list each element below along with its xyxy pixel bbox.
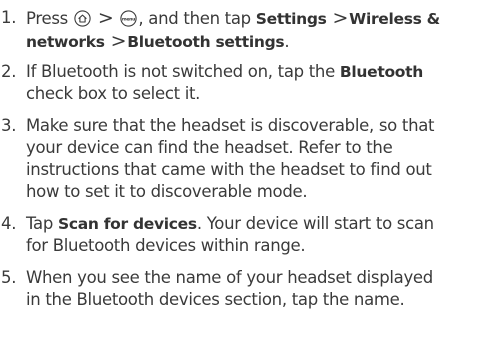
ui-term: Wireless &: [349, 10, 440, 28]
step-body: Make sure that the headset is discoverab…: [26, 115, 485, 203]
menu-key-label: menu: [122, 17, 135, 22]
step-body: Tap Scan for devices. Your device will s…: [26, 213, 485, 257]
step-line: When you see the name of your headset di…: [26, 268, 433, 287]
ui-term: networks: [26, 33, 105, 51]
step-line: instructions that came with the headset …: [26, 160, 432, 179]
step-number: 5.: [1, 268, 17, 287]
step-line: Press > menu , and then tap Settings >Wi…: [26, 7, 485, 30]
menu-key-icon: menu: [120, 10, 138, 27]
step-body: Press > menu , and then tap Settings >Wi…: [26, 7, 485, 53]
step-line: how to set it to discoverable mode.: [26, 182, 308, 201]
step-line: check box to select it.: [26, 84, 201, 103]
separator-symbol: >: [332, 7, 349, 29]
step-body: If Bluetooth is not switched on, tap the…: [26, 61, 485, 105]
step-number: 3.: [1, 116, 17, 135]
ui-term: Settings: [255, 10, 327, 28]
step-body: When you see the name of your headset di…: [26, 267, 485, 311]
ui-term: Bluetooth settings: [127, 33, 285, 51]
separator-symbol: >: [110, 30, 127, 52]
step-line: Make sure that the headset is discoverab…: [26, 116, 435, 135]
step-text: .: [284, 32, 290, 51]
step-number: 2.: [1, 62, 17, 81]
ui-term: Bluetooth: [339, 63, 424, 81]
step-text: If Bluetooth is not switched on, tap the: [26, 62, 335, 81]
step-number: 1.: [1, 8, 17, 27]
step-line: your device can find the headset. Refer …: [26, 138, 393, 157]
step-text: . Your device will start to scan: [196, 214, 434, 233]
step-text: , and then tap: [138, 9, 251, 28]
step-line: If Bluetooth is not switched on, tap the…: [26, 61, 485, 83]
step-line: in the Bluetooth devices section, tap th…: [26, 290, 405, 309]
step-line: networks >Bluetooth settings.: [26, 30, 485, 53]
separator-symbol: >: [97, 7, 114, 29]
home-key-icon: [74, 10, 91, 27]
step-line: for Bluetooth devices within range.: [26, 236, 306, 255]
step-text: Press: [26, 9, 68, 28]
ui-term: Scan for devices: [58, 215, 197, 233]
step-line: Tap Scan for devices. Your device will s…: [26, 213, 485, 235]
step-text: Tap: [26, 214, 54, 233]
step-number: 4.: [1, 214, 17, 233]
